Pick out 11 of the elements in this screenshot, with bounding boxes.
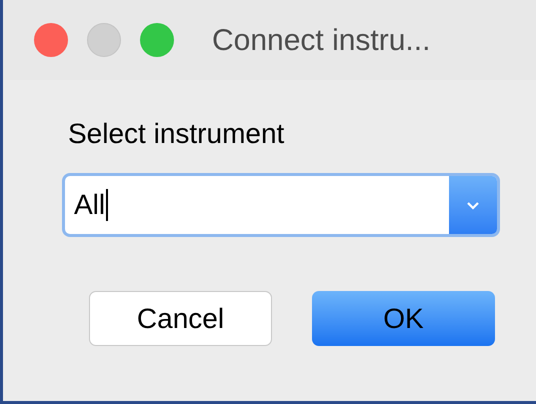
- cancel-button[interactable]: Cancel: [89, 291, 272, 346]
- window-title: Connect instru...: [212, 22, 430, 58]
- close-button[interactable]: [34, 23, 68, 57]
- zoom-button[interactable]: [140, 23, 174, 57]
- instrument-combo-box[interactable]: All: [65, 176, 497, 234]
- chevron-down-icon: [466, 200, 480, 210]
- text-cursor: [106, 189, 108, 221]
- dropdown-button[interactable]: [449, 176, 497, 234]
- combo-value: All: [74, 188, 106, 222]
- field-label: Select instrument: [68, 120, 286, 148]
- ok-button[interactable]: OK: [312, 291, 495, 346]
